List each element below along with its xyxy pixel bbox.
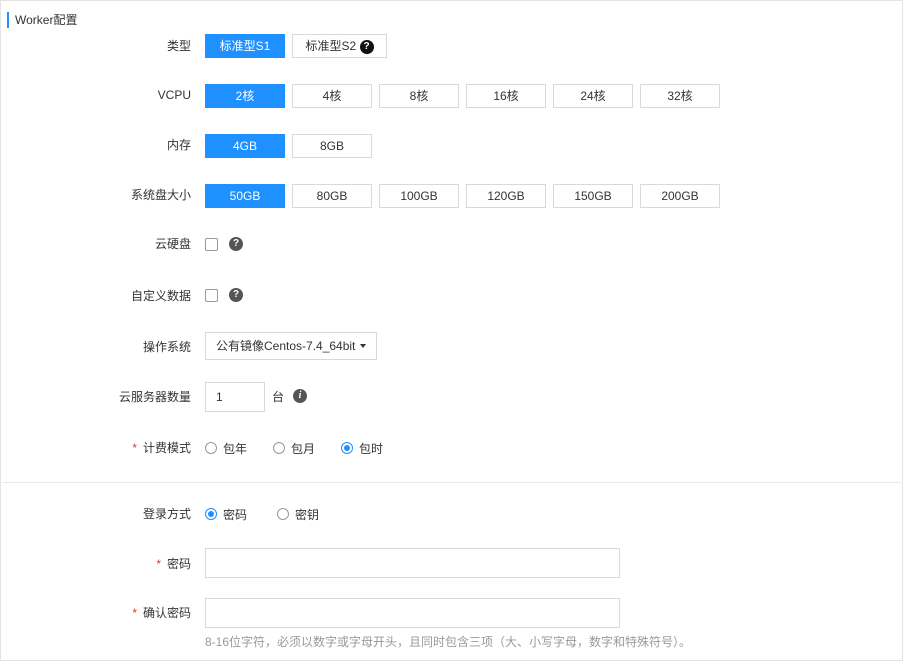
question-icon[interactable]: ? [359,39,374,54]
os-select-value: 公有镜像Centos-7.4_64bit [216,339,356,353]
password-hint: 8-16位字符，必须以数字或字母开头，且同时包含三项（大、小写字母，数字和特殊符… [205,635,692,649]
radio-dot [273,442,286,454]
type-option-s2-label: 标准型S2 [305,39,357,53]
server-count-label: 云服务器数量 [118,390,191,404]
billing-label-text: 计费模式 [142,441,191,455]
confirm-password-input[interactable] [205,598,620,628]
memory-option-4gb[interactable]: 4GB [205,134,285,158]
billing-radio-year[interactable]: 包年 [205,440,247,457]
disk-option-100gb[interactable]: 100GB [379,184,459,208]
type-label: 类型 [166,39,191,53]
custom-data-checkbox[interactable] [205,289,218,302]
memory-option-8gb[interactable]: 8GB [292,134,372,158]
system-disk-label: 系统盘大小 [130,188,191,202]
billing-radio-group: 包年 包月 包时 [205,436,407,460]
vcpu-option-24[interactable]: 24核 [553,84,633,108]
disk-option-200gb[interactable]: 200GB [640,184,720,208]
cloud-disk-checkbox[interactable] [205,238,218,251]
login-radio-password[interactable]: 密码 [205,506,247,523]
disk-option-120gb[interactable]: 120GB [466,184,546,208]
cloud-disk-label: 云硬盘 [154,237,191,251]
os-select[interactable]: 公有镜像Centos-7.4_64bit [205,332,378,360]
password-label: * 密码 [156,552,191,576]
disk-option-80gb[interactable]: 80GB [292,184,372,208]
radio-dot [205,442,217,454]
login-radio-group: 密码 密钥 [205,502,343,526]
disk-option-50gb[interactable]: 50GB [205,184,285,208]
radio-dot [341,442,354,454]
vcpu-option-4[interactable]: 4核 [292,84,372,108]
question-icon[interactable]: ? [229,237,243,251]
password-label-text: 密码 [166,557,191,571]
radio-dot [277,508,290,520]
vcpu-option-32[interactable]: 32核 [640,84,720,108]
login-label: 登录方式 [142,507,191,521]
os-label: 操作系统 [142,340,191,354]
disk-option-150gb[interactable]: 150GB [553,184,633,208]
login-radio-key[interactable]: 密钥 [277,506,319,523]
required-mark: * [132,606,137,620]
server-count-input[interactable] [205,382,265,412]
question-icon[interactable]: ? [229,288,243,302]
confirm-password-label-text: 确认密码 [142,606,191,620]
billing-radio-month-label: 包月 [291,441,316,456]
info-icon[interactable]: i [293,389,307,403]
billing-radio-month[interactable]: 包月 [273,440,315,457]
section-title: Worker配置 [7,12,77,28]
billing-label: * 计费模式 [132,436,191,460]
required-mark: * [156,557,161,571]
billing-radio-hour[interactable]: 包时 [341,440,383,457]
memory-label: 内存 [166,138,191,152]
billing-radio-hour-label: 包时 [359,441,384,456]
vcpu-option-8[interactable]: 8核 [379,84,459,108]
vcpu-option-2[interactable]: 2核 [205,84,285,108]
worker-config-panel: Worker配置 类型 标准型S1 标准型S2 ? VCPU 2核 4核 8核 … [0,0,903,661]
custom-data-label: 自定义数据 [130,289,191,303]
password-input[interactable] [205,548,620,578]
type-option-s2[interactable]: 标准型S2 ? [292,34,387,58]
caret-down-icon [360,343,367,348]
vcpu-label: VCPU [157,88,191,102]
server-count-unit: 台 [272,390,285,404]
required-mark: * [132,441,137,455]
confirm-password-label: * 确认密码 [132,601,191,625]
section-divider [2,482,901,483]
type-option-s1[interactable]: 标准型S1 [205,34,285,58]
vcpu-option-16[interactable]: 16核 [466,84,546,108]
billing-radio-year-label: 包年 [223,441,248,456]
radio-dot [205,508,217,520]
login-radio-password-label: 密码 [223,507,248,522]
login-radio-key-label: 密钥 [295,507,320,522]
